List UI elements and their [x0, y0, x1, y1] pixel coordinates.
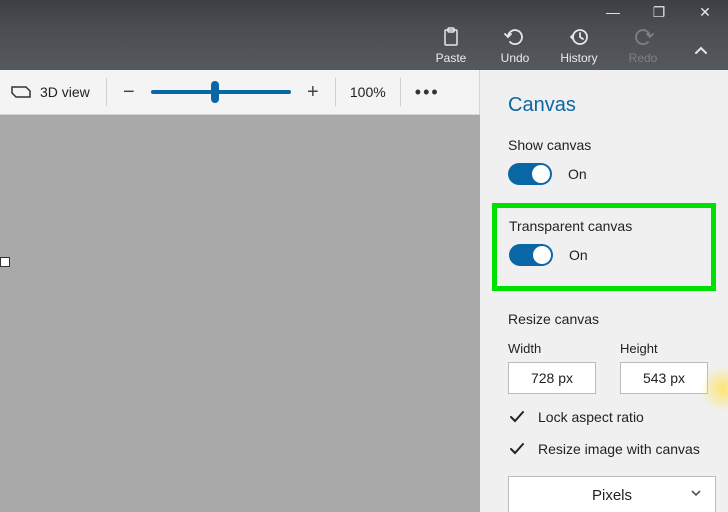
more-button[interactable]: ••• [409, 82, 446, 103]
resize-with-label: Resize image with canvas [538, 441, 700, 457]
panel-title: Canvas [508, 94, 710, 117]
zoom-slider[interactable] [151, 90, 291, 94]
units-dropdown[interactable]: Pixels [508, 476, 716, 512]
check-icon [508, 440, 526, 458]
paste-label: Paste [436, 51, 467, 65]
history-icon [568, 27, 590, 47]
redo-button: Redo [622, 27, 664, 65]
zoom-in-button[interactable]: + [299, 78, 327, 106]
resize-handle[interactable] [0, 257, 10, 267]
resize-with-canvas-checkbox[interactable]: Resize image with canvas [508, 440, 710, 458]
divider [106, 78, 107, 106]
undo-label: Undo [501, 51, 530, 65]
undo-icon [504, 27, 526, 47]
lock-aspect-checkbox[interactable]: Lock aspect ratio [508, 408, 710, 426]
clipboard-icon [442, 27, 460, 47]
zoom-out-button[interactable]: − [115, 78, 143, 106]
history-label: History [560, 51, 597, 65]
close-button[interactable]: ✕ [682, 0, 728, 24]
transparent-canvas-toggle[interactable] [509, 244, 553, 266]
transparent-canvas-label: Transparent canvas [509, 218, 699, 234]
canvas-panel: Canvas Show canvas On Transparent canvas… [480, 70, 728, 512]
units-value: Pixels [592, 487, 632, 504]
height-label: Height [620, 341, 708, 356]
undo-button[interactable]: Undo [494, 27, 536, 65]
3d-view-icon [10, 83, 32, 101]
maximize-button[interactable]: ❐ [636, 0, 682, 24]
zoom-percentage[interactable]: 100% [344, 84, 392, 100]
check-icon [508, 408, 526, 426]
paste-button[interactable]: Paste [430, 27, 472, 65]
history-button[interactable]: History [558, 27, 600, 65]
divider [400, 78, 401, 106]
minimize-button[interactable]: — [590, 0, 636, 24]
width-label: Width [508, 341, 596, 356]
width-input[interactable]: 728 px [508, 362, 596, 394]
collapse-ribbon-button[interactable] [686, 33, 716, 59]
show-canvas-toggle[interactable] [508, 163, 552, 185]
chevron-down-icon [689, 486, 703, 504]
redo-label: Redo [629, 51, 658, 65]
transparent-canvas-highlight: Transparent canvas On [492, 203, 716, 291]
divider [335, 78, 336, 106]
redo-icon [632, 27, 654, 47]
show-canvas-state: On [568, 166, 587, 182]
show-canvas-label: Show canvas [508, 137, 710, 153]
transparent-canvas-state: On [569, 247, 588, 263]
zoom-slider-thumb[interactable] [211, 81, 219, 103]
resize-canvas-label: Resize canvas [508, 311, 710, 327]
3d-view-button[interactable]: 3D view [40, 84, 90, 100]
height-input[interactable]: 543 px [620, 362, 708, 394]
lock-aspect-label: Lock aspect ratio [538, 409, 644, 425]
